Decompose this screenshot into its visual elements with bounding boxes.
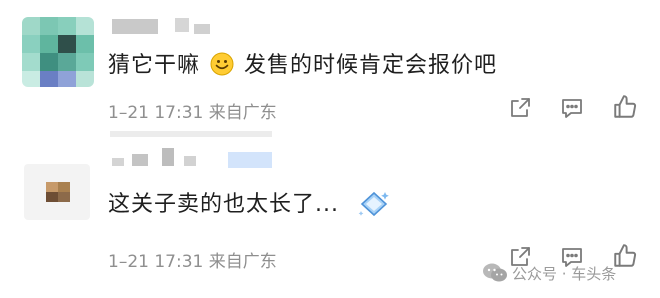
wechat-logo-icon	[482, 262, 508, 289]
comment-meta: 1–21 17:31 来自广东	[108, 103, 277, 123]
username-part	[132, 154, 148, 166]
username-part	[175, 18, 189, 32]
comment-text: 这关子卖的也太长了...	[108, 186, 391, 225]
comment-text: 猜它干嘛 发售的时候肯定会报价吧	[108, 47, 497, 82]
username[interactable]	[112, 158, 124, 166]
watermark-text: 公众号 · 车头条	[512, 265, 617, 283]
like-icon[interactable]	[612, 94, 638, 125]
comment-meta: 1–21 17:31 来自广东	[108, 252, 277, 272]
avatar[interactable]	[24, 164, 90, 220]
avatar[interactable]	[22, 17, 94, 87]
username-part	[184, 156, 196, 166]
username-part	[162, 148, 174, 166]
quote-strip	[110, 131, 272, 137]
share-icon[interactable]	[508, 96, 532, 125]
smiley-emoji-icon	[210, 52, 234, 82]
comment-icon[interactable]	[560, 96, 584, 125]
user-badge	[228, 152, 272, 168]
diamond-sparkle-emoji-icon	[357, 189, 391, 225]
username[interactable]	[112, 19, 158, 34]
username-part	[194, 24, 210, 34]
